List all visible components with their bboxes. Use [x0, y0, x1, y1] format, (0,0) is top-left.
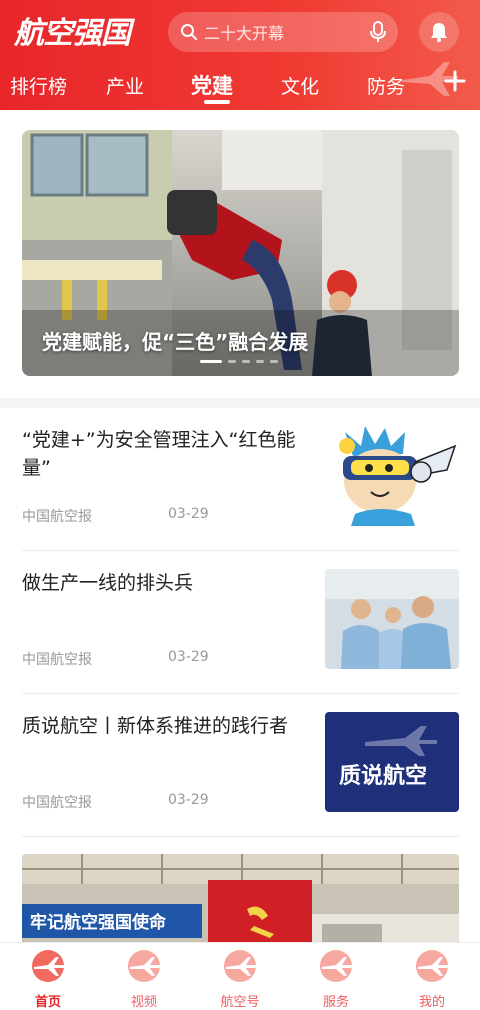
news-title: 做生产一线的排头兵: [22, 572, 194, 594]
microphone-icon[interactable]: [370, 21, 386, 43]
bottom-navigation: 首页 视频 航空号 服务 我的: [0, 942, 480, 1010]
category-tabs: 排行榜 产业 党建 文化 防务: [0, 62, 480, 106]
news-source: 中国航空报: [22, 509, 92, 525]
hangar-banner-text: 牢记航空强国使命: [30, 913, 166, 933]
nav-home[interactable]: 首页: [16, 949, 80, 1010]
aviation-account-plane-icon: [224, 950, 256, 982]
list-item[interactable]: “党建+”为安全管理注入“红色能量” 中国航空报 03-29: [22, 408, 459, 551]
notification-button[interactable]: [419, 12, 459, 52]
app-logo: 航空强国: [14, 16, 131, 51]
nav-mine[interactable]: 我的: [400, 949, 464, 1010]
nav-service[interactable]: 服务: [304, 949, 368, 1010]
nav-label: 我的: [418, 995, 445, 1010]
carousel-dot[interactable]: [242, 360, 250, 363]
service-plane-icon: [320, 950, 352, 982]
nav-video[interactable]: 视频: [112, 949, 176, 1010]
feature-image[interactable]: 牢记航空强国使命: [22, 854, 459, 942]
search-placeholder: 二十大开幕: [204, 24, 285, 43]
list-item[interactable]: 质说航空丨新体系推进的践行者 中国航空报 03-29 质说航空: [22, 694, 459, 837]
list-item[interactable]: 做生产一线的排头兵 中国航空报 03-29: [22, 551, 459, 694]
banner-card: 党建赋能，促“三色”融合发展: [0, 110, 480, 398]
nav-aviation-account[interactable]: 航空号: [208, 949, 272, 1010]
news-thumbnail: [325, 426, 459, 526]
news-date: 03-29: [168, 506, 209, 522]
top-header: 航空强国 二十大开幕 排行榜 产业 党建 文化 防务: [0, 0, 480, 110]
carousel-banner[interactable]: 党建赋能，促“三色”融合发展: [22, 130, 459, 376]
plus-icon[interactable]: [440, 66, 470, 96]
news-list: “党建+”为安全管理注入“红色能量” 中国航空报 03-29 做生产一线的排头兵…: [0, 408, 480, 942]
nav-label: 首页: [34, 995, 61, 1010]
bell-icon: [431, 23, 447, 42]
search-bar[interactable]: 二十大开幕: [168, 12, 398, 52]
nav-label: 航空号: [220, 995, 260, 1010]
mine-plane-icon: [416, 950, 448, 982]
carousel-dot[interactable]: [200, 360, 222, 363]
carousel-dot[interactable]: [256, 360, 264, 363]
cartoon-mascot-image: [339, 426, 457, 526]
video-plane-icon: [128, 950, 160, 982]
news-date: 03-29: [168, 792, 209, 808]
tab-culture[interactable]: 文化: [281, 72, 319, 99]
nav-label: 服务: [322, 995, 349, 1010]
carousel-dots: [200, 360, 278, 363]
active-tab-indicator: [204, 100, 230, 104]
thumbnail-caption: 质说航空: [339, 764, 428, 789]
news-date: 03-29: [168, 649, 209, 665]
news-thumbnail: 质说航空: [325, 712, 459, 812]
home-plane-icon: [32, 950, 64, 982]
news-source: 中国航空报: [22, 652, 92, 668]
nav-label: 视频: [130, 995, 157, 1010]
banner-title: 党建赋能，促“三色”融合发展: [42, 330, 309, 354]
tab-defense[interactable]: 防务: [367, 72, 405, 99]
news-title: 质说航空丨新体系推进的践行者: [22, 715, 289, 737]
carousel-dot[interactable]: [228, 360, 236, 363]
news-thumbnail: [325, 569, 459, 669]
news-source: 中国航空报: [22, 795, 92, 811]
workers-photo-image: [325, 569, 459, 669]
tab-ranking[interactable]: 排行榜: [10, 72, 67, 99]
tab-industry[interactable]: 产业: [106, 72, 144, 99]
carousel-dot[interactable]: [270, 360, 278, 363]
feed: 党建赋能，促“三色”融合发展 “党建+”为安全管理注入“红色能量” 中国航空报 …: [0, 110, 480, 942]
tab-party-building[interactable]: 党建: [191, 70, 233, 100]
news-title: “党建+”为安全管理注入“红色能量”: [22, 429, 296, 479]
search-icon: [181, 24, 197, 40]
